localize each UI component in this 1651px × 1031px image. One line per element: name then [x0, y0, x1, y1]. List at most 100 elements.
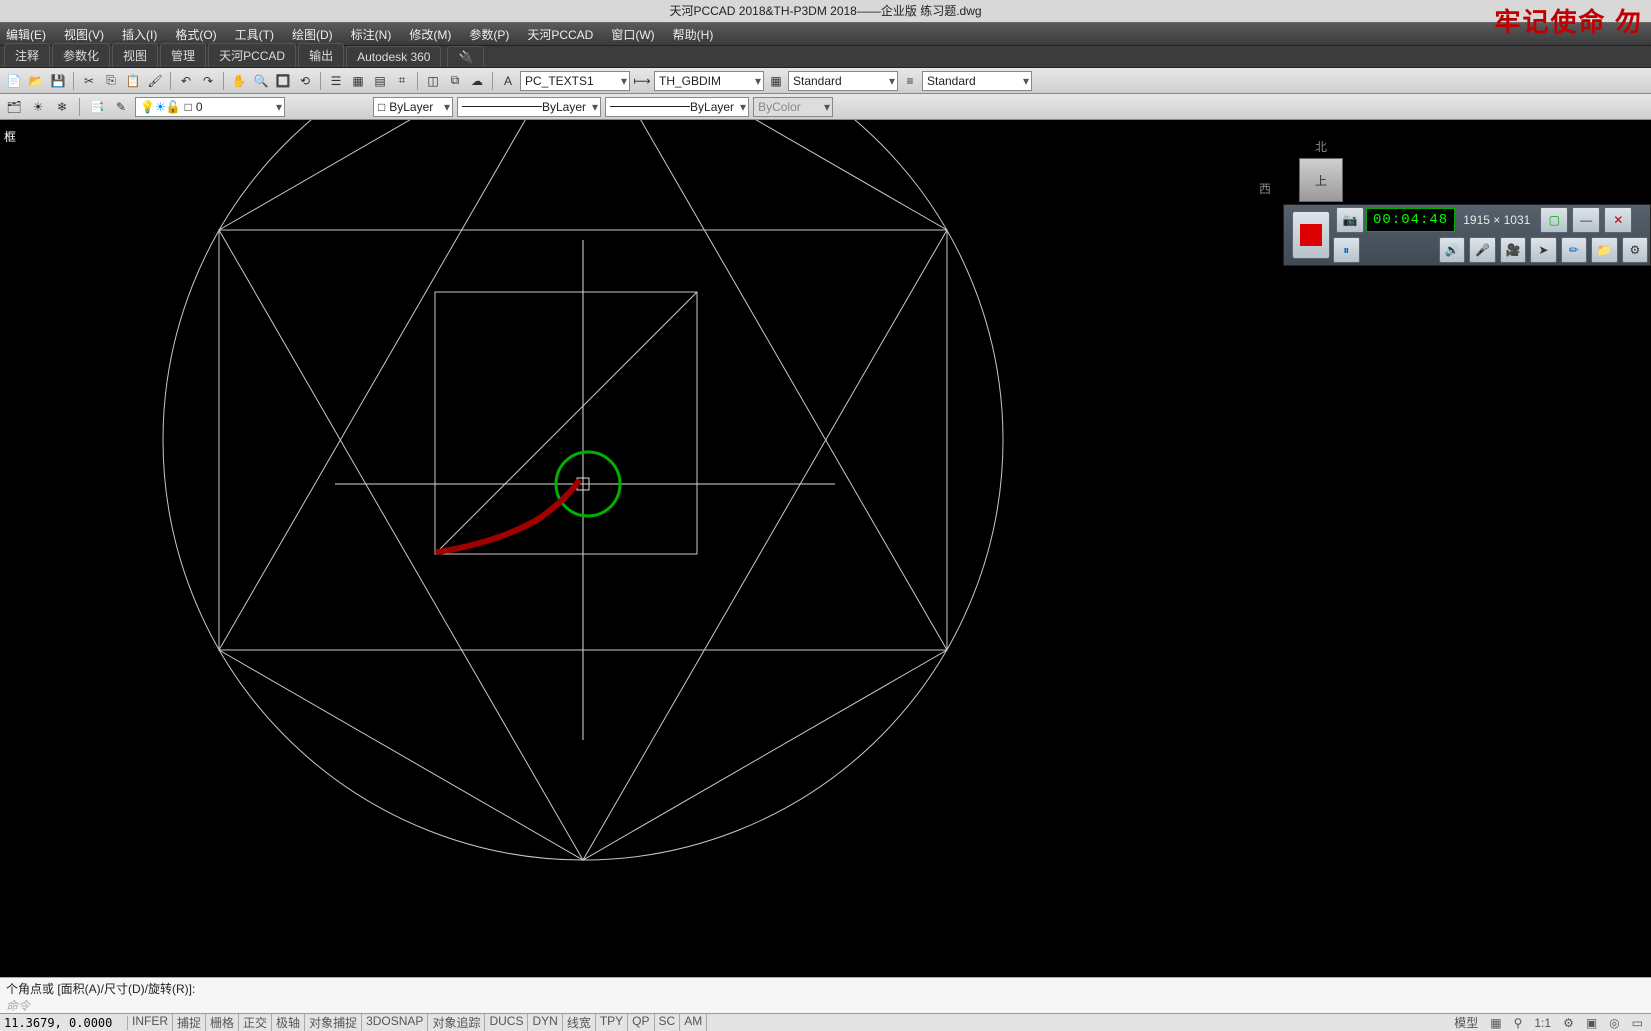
dimstyle-combo[interactable]: TH_GBDIM: [654, 71, 764, 91]
toolpalette-icon[interactable]: ▤: [370, 71, 390, 91]
layermatch-icon[interactable]: ✎: [111, 97, 131, 117]
menu-modify[interactable]: 修改(M): [409, 26, 451, 43]
status-max-icon[interactable]: ▣: [1582, 1016, 1601, 1030]
toggle-tpy[interactable]: TPY: [596, 1014, 628, 1031]
menu-view[interactable]: 视图(V): [64, 26, 104, 43]
layer-combo[interactable]: 💡☀🔓 □0: [135, 97, 285, 117]
xref-icon[interactable]: ⧉: [445, 71, 465, 91]
zoom-previous-icon[interactable]: ⟲: [295, 71, 315, 91]
toggle-otrack[interactable]: 对象追踪: [428, 1014, 485, 1031]
settings-icon[interactable]: ⚙: [1622, 237, 1648, 263]
toggle-ortho[interactable]: 正交: [239, 1014, 272, 1031]
undo-icon[interactable]: ↶: [176, 71, 196, 91]
record-stop-button[interactable]: [1292, 211, 1330, 259]
menu-dim[interactable]: 标注(N): [351, 26, 392, 43]
toggle-grid[interactable]: 栅格: [206, 1014, 239, 1031]
toggle-lwt[interactable]: 线宽: [563, 1014, 596, 1031]
fullscreen-icon[interactable]: ▢: [1540, 207, 1568, 233]
toggle-dyn[interactable]: DYN: [528, 1014, 562, 1031]
separator: [79, 98, 80, 116]
mlstyle-combo[interactable]: Standard: [922, 71, 1032, 91]
status-annoscale-icon[interactable]: ⚲: [1510, 1016, 1527, 1030]
zoom-realtime-icon[interactable]: 🔍: [251, 71, 271, 91]
tab-autodesk360[interactable]: Autodesk 360: [346, 46, 441, 67]
linetype-combo[interactable]: ByLayer: [457, 97, 601, 117]
redo-icon[interactable]: ↷: [198, 71, 218, 91]
textstyle-icon[interactable]: A: [498, 71, 518, 91]
menu-pccad[interactable]: 天河PCCAD: [527, 26, 593, 43]
properties-icon[interactable]: ☰: [326, 71, 346, 91]
menu-draw[interactable]: 绘图(D): [292, 26, 333, 43]
mic-icon[interactable]: 🎤: [1469, 237, 1495, 263]
webcam-icon[interactable]: 🎥: [1500, 237, 1526, 263]
draw-icon[interactable]: ✏: [1561, 237, 1587, 263]
menu-window[interactable]: 窗口(W): [611, 26, 654, 43]
tab-annotate[interactable]: 注释: [4, 43, 50, 67]
pan-icon[interactable]: ✋: [229, 71, 249, 91]
sound-icon[interactable]: 🔊: [1439, 237, 1465, 263]
pause-icon[interactable]: ⏸: [1333, 237, 1359, 263]
menu-format[interactable]: 格式(O): [175, 26, 216, 43]
sheetset-icon[interactable]: ▦: [348, 71, 368, 91]
toggle-sc[interactable]: SC: [655, 1014, 681, 1031]
toggle-qp[interactable]: QP: [628, 1014, 654, 1031]
viewcube-west[interactable]: 西: [1259, 180, 1271, 197]
menu-insert[interactable]: 插入(I): [122, 26, 157, 43]
status-model[interactable]: 模型: [1450, 1014, 1482, 1031]
plotstyle-combo: ByColor: [753, 97, 833, 117]
status-clean-icon[interactable]: ▭: [1628, 1016, 1647, 1030]
tablestyle-combo[interactable]: Standard: [788, 71, 898, 91]
menu-edit[interactable]: 编辑(E): [6, 26, 46, 43]
layerfreeze-icon[interactable]: ❄: [52, 97, 72, 117]
copy-icon[interactable]: ⎘: [101, 71, 121, 91]
menu-tools[interactable]: 工具(T): [235, 26, 274, 43]
status-layout-icon[interactable]: ▦: [1486, 1016, 1505, 1030]
ribbon-tabs: 注释 参数化 视图 管理 天河PCCAD 输出 Autodesk 360 🔌: [0, 46, 1651, 68]
textstyle-combo[interactable]: PC_TEXTS1: [520, 71, 630, 91]
cursor-icon[interactable]: ➤: [1530, 237, 1556, 263]
calc-icon[interactable]: ⌗: [392, 71, 412, 91]
zoom-window-icon[interactable]: 🔲: [273, 71, 293, 91]
toggle-snap[interactable]: 捕捉: [173, 1014, 206, 1031]
new-icon[interactable]: 📄: [4, 71, 24, 91]
layerstate-icon[interactable]: ☀: [28, 97, 48, 117]
toggle-infer[interactable]: INFER: [128, 1014, 173, 1031]
folder-icon[interactable]: 📁: [1591, 237, 1617, 263]
open-icon[interactable]: 📂: [26, 71, 46, 91]
cloud-icon[interactable]: ☁: [467, 71, 487, 91]
lineweight-combo[interactable]: ByLayer: [605, 97, 749, 117]
toggle-am[interactable]: AM: [680, 1014, 707, 1031]
status-isolate-icon[interactable]: ◎: [1605, 1016, 1623, 1030]
tab-parametric[interactable]: 参数化: [52, 43, 110, 67]
matchprop-icon[interactable]: 🖌: [145, 71, 165, 91]
status-scale[interactable]: 1:1: [1530, 1016, 1555, 1030]
status-gear-icon[interactable]: ⚙: [1559, 1016, 1578, 1030]
tablestyle-icon[interactable]: ▦: [766, 71, 786, 91]
command-line[interactable]: 个角点或 [面积(A)/尺寸(D)/旋转(R)]:: [0, 977, 1651, 997]
cut-icon[interactable]: ✂: [79, 71, 99, 91]
color-combo[interactable]: □ByLayer: [373, 97, 453, 117]
tab-pccad[interactable]: 天河PCCAD: [208, 43, 296, 67]
paste-icon[interactable]: 📋: [123, 71, 143, 91]
viewcube-north[interactable]: 北: [1315, 138, 1327, 155]
tab-manage[interactable]: 管理: [160, 43, 206, 67]
toggle-polar[interactable]: 极轴: [272, 1014, 305, 1031]
tab-output[interactable]: 输出: [298, 43, 344, 67]
layermgr-icon[interactable]: 📑: [87, 97, 107, 117]
layerprops-icon[interactable]: 🗂: [4, 97, 24, 117]
toggle-3dosnap[interactable]: 3DOSNAP: [362, 1014, 428, 1031]
tab-view[interactable]: 视图: [112, 43, 158, 67]
dimstyle-icon[interactable]: ⟼: [632, 71, 652, 91]
toggle-osnap[interactable]: 对象捕捉: [305, 1014, 362, 1031]
minimize-icon[interactable]: —: [1572, 207, 1600, 233]
close-icon[interactable]: ✕: [1604, 207, 1632, 233]
plugin-icon[interactable]: 🔌: [447, 46, 484, 67]
toggle-ducs[interactable]: DUCS: [485, 1014, 528, 1031]
camera-icon[interactable]: 📷: [1336, 207, 1364, 233]
viewcube-top[interactable]: 上: [1299, 158, 1343, 202]
mlstyle-icon[interactable]: ≡: [900, 71, 920, 91]
save-icon[interactable]: 💾: [48, 71, 68, 91]
menu-help[interactable]: 帮助(H): [673, 26, 714, 43]
block-icon[interactable]: ◫: [423, 71, 443, 91]
menu-param[interactable]: 参数(P): [469, 26, 509, 43]
